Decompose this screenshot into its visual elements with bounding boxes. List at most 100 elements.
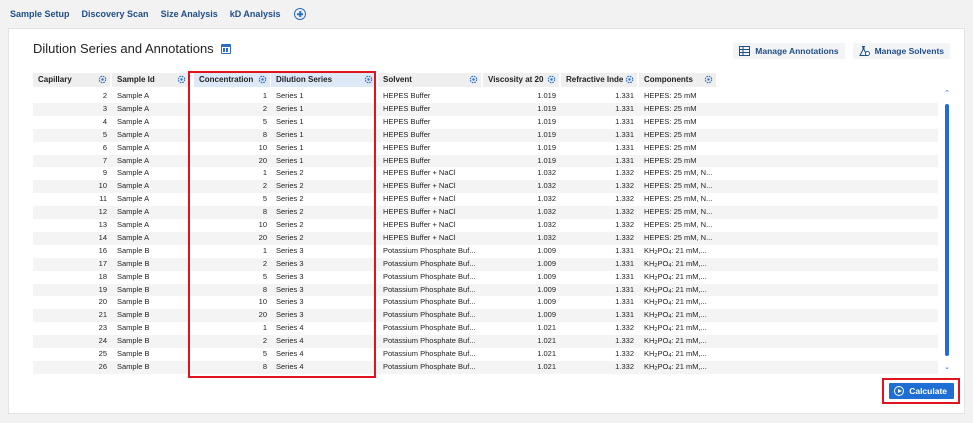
cell-components[interactable]: HEPES: 25 mM, N... [644, 180, 734, 193]
cell-solvent[interactable]: Potassium Phosphate Buf... [383, 335, 481, 348]
sort-settings-icon[interactable] [469, 75, 478, 84]
cell-series[interactable]: Series 4 [276, 348, 376, 361]
cell-capillary[interactable]: 10 [33, 180, 107, 193]
cell-series[interactable]: Series 3 [276, 296, 376, 309]
cell-capillary[interactable]: 9 [33, 167, 107, 180]
cell-capillary[interactable]: 16 [33, 245, 107, 258]
cell-sample-id[interactable]: Sample A [117, 219, 189, 232]
cell-concentration[interactable]: 2 [194, 258, 267, 271]
cell-sample-id[interactable]: Sample A [117, 167, 189, 180]
cell-capillary[interactable]: 4 [33, 116, 107, 129]
cell-solvent[interactable]: Potassium Phosphate Buf... [383, 309, 481, 322]
cell-capillary[interactable]: 19 [33, 284, 107, 297]
cell-sample-id[interactable]: Sample A [117, 116, 189, 129]
cell-components[interactable]: KH2PO4: 21 mM,... [644, 309, 734, 322]
table-row[interactable]: 12 Sample A 8 Series 2 HEPES Buffer + NaCl 1.… [33, 206, 938, 219]
cell-concentration[interactable]: 8 [194, 284, 267, 297]
cell-components[interactable]: KH2PO4: 21 mM,... [644, 348, 734, 361]
cell-concentration[interactable]: 8 [194, 129, 267, 142]
cell-capillary[interactable]: 3 [33, 103, 107, 116]
cell-series[interactable]: Series 1 [276, 142, 376, 155]
table-row[interactable]: 18 Sample B 5 Series 3 Potassium Phosphate B… [33, 271, 938, 284]
cell-capillary[interactable]: 25 [33, 348, 107, 361]
sort-settings-icon[interactable] [177, 75, 186, 84]
cell-viscosity[interactable]: 1.019 [483, 90, 556, 103]
cell-refractive[interactable]: 1.331 [561, 245, 634, 258]
column-header-viscosity[interactable]: Viscosity at 20 [483, 73, 560, 87]
cell-viscosity[interactable]: 1.032 [483, 167, 556, 180]
cell-components[interactable]: HEPES: 25 mM, N... [644, 206, 734, 219]
cell-viscosity[interactable]: 1.009 [483, 258, 556, 271]
cell-concentration[interactable]: 10 [194, 142, 267, 155]
table-row[interactable]: 21 Sample B 20 Series 3 Potassium Phosphate … [33, 309, 938, 323]
table-row[interactable]: 14 Sample A 20 Series 2 HEPES Buffer + NaCl 1… [33, 231, 938, 245]
cell-series[interactable]: Series 3 [276, 245, 376, 258]
cell-refractive[interactable]: 1.332 [561, 348, 634, 361]
cell-series[interactable]: Series 1 [276, 90, 376, 103]
table-row[interactable]: 13 Sample A 10 Series 2 HEPES Buffer + NaCl 1… [33, 219, 938, 232]
cell-components[interactable]: HEPES: 25 mM [644, 155, 734, 168]
cell-solvent[interactable]: HEPES Buffer + NaCl [383, 206, 481, 219]
cell-solvent[interactable]: Potassium Phosphate Buf... [383, 284, 481, 297]
table-row[interactable]: 9 Sample A 1 Series 2 HEPES Buffer + NaCl 1.0… [33, 167, 938, 180]
cell-series[interactable]: Series 3 [276, 271, 376, 284]
cell-solvent[interactable]: HEPES Buffer [383, 129, 481, 142]
cell-series[interactable]: Series 3 [276, 258, 376, 271]
cell-solvent[interactable]: Potassium Phosphate Buf... [383, 296, 481, 309]
cell-series[interactable]: Series 4 [276, 322, 376, 335]
cell-solvent[interactable]: HEPES Buffer [383, 155, 481, 168]
table-row[interactable]: 4 Sample A 5 Series 1 HEPES Buffer 1.019 1.331… [33, 116, 938, 129]
cell-solvent[interactable]: Potassium Phosphate Buf... [383, 361, 481, 374]
table-row[interactable]: 19 Sample B 8 Series 3 Potassium Phosphate B… [33, 283, 938, 297]
cell-sample-id[interactable]: Sample A [117, 155, 189, 168]
tab-size-analysis[interactable]: Size Analysis [161, 9, 218, 19]
tab-kd-analysis[interactable]: kD Analysis [230, 9, 281, 19]
cell-concentration[interactable]: 8 [194, 206, 267, 219]
cell-concentration[interactable]: 5 [194, 271, 267, 284]
column-header-sample-id[interactable]: Sample Id [112, 73, 190, 87]
table-row[interactable]: 25 Sample B 5 Series 4 Potassium Phosphate B… [33, 348, 938, 361]
cell-concentration[interactable]: 5 [194, 116, 267, 129]
table-row[interactable]: 2 Sample A 1 Series 1 HEPES Buffer 1.019 1.331… [33, 90, 938, 103]
cell-viscosity[interactable]: 1.019 [483, 103, 556, 116]
cell-sample-id[interactable]: Sample B [117, 258, 189, 271]
cell-concentration[interactable]: 20 [194, 232, 267, 245]
table-row[interactable]: 11 Sample A 5 Series 2 HEPES Buffer + NaCl 1.… [33, 193, 938, 206]
cell-solvent[interactable]: Potassium Phosphate Buf... [383, 271, 481, 284]
cell-capillary[interactable]: 21 [33, 309, 107, 322]
cell-components[interactable]: KH2PO4: 21 mM,... [644, 322, 734, 335]
cell-viscosity[interactable]: 1.019 [483, 155, 556, 168]
tab-sample-setup[interactable]: Sample Setup [10, 9, 70, 19]
cell-capillary[interactable]: 17 [33, 258, 107, 271]
cell-components[interactable]: HEPES: 25 mM [644, 129, 734, 142]
cell-components[interactable]: KH2PO4: 21 mM,... [644, 335, 734, 348]
cell-components[interactable]: HEPES: 25 mM, N... [644, 232, 734, 245]
cell-refractive[interactable]: 1.331 [561, 116, 634, 129]
cell-viscosity[interactable]: 1.021 [483, 322, 556, 335]
cell-series[interactable]: Series 2 [276, 167, 376, 180]
cell-concentration[interactable]: 20 [194, 155, 267, 168]
cell-viscosity[interactable]: 1.021 [483, 348, 556, 361]
cell-capillary[interactable]: 26 [33, 361, 107, 374]
cell-solvent[interactable]: HEPES Buffer + NaCl [383, 180, 481, 193]
table-row[interactable]: 23 Sample B 1 Series 4 Potassium Phosphate B… [33, 322, 938, 335]
cell-viscosity[interactable]: 1.009 [483, 245, 556, 258]
column-header-components[interactable]: Components [639, 73, 717, 87]
sort-settings-icon[interactable] [258, 75, 267, 84]
cell-concentration[interactable]: 1 [194, 167, 267, 180]
cell-components[interactable]: HEPES: 25 mM [644, 116, 734, 129]
sort-settings-icon[interactable] [704, 75, 713, 84]
table-row[interactable]: 3 Sample A 2 Series 1 HEPES Buffer 1.019 1.331… [33, 102, 938, 116]
cell-refractive[interactable]: 1.332 [561, 180, 634, 193]
cell-sample-id[interactable]: Sample A [117, 232, 189, 245]
cell-sample-id[interactable]: Sample A [117, 129, 189, 142]
cell-viscosity[interactable]: 1.019 [483, 129, 556, 142]
cell-concentration[interactable]: 5 [194, 193, 267, 206]
table-row[interactable]: 17 Sample B 2 Series 3 Potassium Phosphate B… [33, 257, 938, 271]
cell-sample-id[interactable]: Sample B [117, 348, 189, 361]
column-header-refractive[interactable]: Refractive Inde [561, 73, 638, 87]
table-row[interactable]: 6 Sample A 10 Series 1 HEPES Buffer 1.019 1.33… [33, 142, 938, 155]
cell-viscosity[interactable]: 1.009 [483, 271, 556, 284]
cell-solvent[interactable]: HEPES Buffer + NaCl [383, 193, 481, 206]
cell-concentration[interactable]: 5 [194, 348, 267, 361]
